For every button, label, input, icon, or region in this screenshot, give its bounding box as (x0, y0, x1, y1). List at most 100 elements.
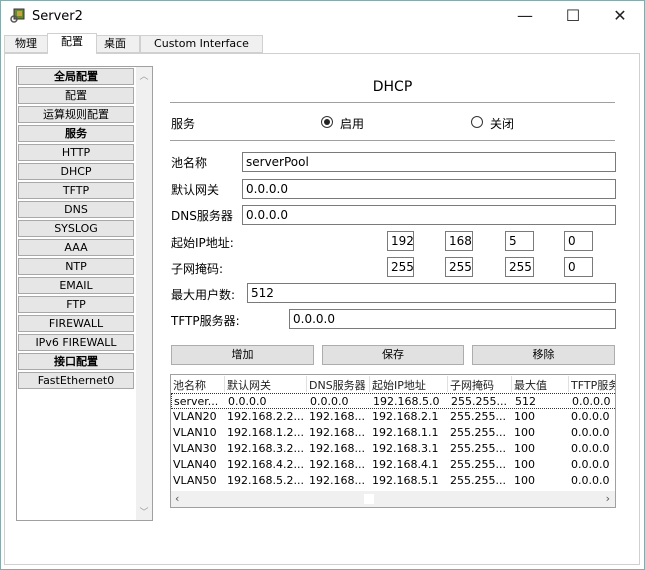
table-cell: 100 (514, 474, 535, 487)
sidebar-item[interactable]: HTTP (18, 144, 134, 161)
table-cell: 0.0.0.0 (571, 426, 610, 439)
remove-button[interactable]: 移除 (472, 345, 615, 365)
service-label: 服务 (171, 117, 196, 131)
table-cell: 255.255... (450, 410, 506, 423)
table-cell: 192.168.2.1 (372, 410, 439, 423)
column-divider[interactable] (447, 376, 448, 392)
chevron-down-icon[interactable]: ﹀ (136, 505, 152, 518)
table-cell: 512 (515, 395, 536, 408)
tab-desktop[interactable]: 桌面 (90, 35, 140, 53)
sidebar-item[interactable]: 全局配置 (18, 68, 134, 85)
chevron-right-icon[interactable]: › (606, 492, 610, 505)
maximize-button[interactable]: ☐ (558, 4, 588, 28)
table-cell: VLAN40 (173, 458, 217, 471)
column-divider[interactable] (306, 376, 307, 392)
pool-table: 池名称默认网关DNS服务器起始IP地址子网掩码最大值TFTP服务器server.… (170, 374, 616, 508)
mask-octet-2[interactable]: 255 (445, 257, 473, 277)
chevron-left-icon[interactable]: ‹ (175, 492, 179, 505)
sidebar-item[interactable]: 配置 (18, 87, 134, 104)
mask-label: 子网掩码: (171, 262, 224, 276)
sidebar-item[interactable]: FTP (18, 296, 134, 313)
column-header[interactable]: TFTP服务器 (571, 377, 615, 393)
radio-on-label: 启用 (340, 117, 365, 131)
max-users-input[interactable]: 512 (247, 283, 616, 303)
table-row[interactable]: VLAN50 192.168.5.2... 192.168... 192.168.5.… (171, 473, 615, 489)
radio-off[interactable] (471, 116, 483, 128)
table-cell: 192.168.3.1 (372, 442, 439, 455)
sidebar-item[interactable]: EMAIL (18, 277, 134, 294)
table-row[interactable]: server... 0.0.0.0 0.0.0.0 192.168.5.0 255.25… (171, 393, 615, 409)
mask-octet-4[interactable]: 0 (564, 257, 593, 277)
table-row[interactable]: VLAN10 192.168.1.2... 192.168... 192.168.1.… (171, 425, 615, 441)
sidebar-item[interactable]: NTP (18, 258, 134, 275)
gateway-input[interactable]: 0.0.0.0 (242, 179, 616, 199)
table-cell: 255.255... (450, 426, 506, 439)
column-header[interactable]: 起始IP地址 (372, 377, 448, 393)
dns-input[interactable]: 0.0.0.0 (242, 205, 616, 225)
start-ip-octet-3[interactable]: 5 (505, 231, 534, 251)
table-cell: 192.168.1.2... (227, 426, 304, 439)
column-header[interactable]: 池名称 (173, 377, 225, 393)
sidebar-item[interactable]: IPv6 FIREWALL (18, 334, 134, 351)
table-cell: 192.168.4.1 (372, 458, 439, 471)
horizontal-scrollbar[interactable]: ‹ › (171, 491, 615, 507)
sidebar-item[interactable]: 运算规则配置 (18, 106, 134, 123)
sidebar-item[interactable]: AAA (18, 239, 134, 256)
column-divider[interactable] (224, 376, 225, 392)
server-icon (10, 8, 26, 24)
table-cell: 192.168.5.2... (227, 474, 304, 487)
pool-name-input[interactable]: serverPool (242, 152, 616, 172)
mask-octet-3[interactable]: 255 (505, 257, 534, 277)
table-cell: 192.168... (309, 442, 365, 455)
tab-config[interactable]: 配置 (47, 33, 97, 54)
table-cell: 0.0.0.0 (571, 410, 610, 423)
table-cell: VLAN50 (173, 474, 217, 487)
save-button[interactable]: 保存 (322, 345, 464, 365)
sidebar-item[interactable]: SYSLOG (18, 220, 134, 237)
column-header[interactable]: DNS服务器 (309, 377, 370, 393)
column-header[interactable]: 默认网关 (227, 377, 307, 393)
table-cell: 192.168.5.0 (373, 395, 440, 408)
column-header[interactable]: 子网掩码 (450, 377, 512, 393)
sidebar-item[interactable]: TFTP (18, 182, 134, 199)
tab-custom-interface[interactable]: Custom Interface (140, 35, 263, 53)
column-divider[interactable] (369, 376, 370, 392)
table-cell: 0.0.0.0 (310, 395, 349, 408)
close-button[interactable]: ✕ (605, 4, 635, 28)
sidebar-item[interactable]: DHCP (18, 163, 134, 180)
start-ip-octet-4[interactable]: 0 (564, 231, 593, 251)
minimize-button[interactable]: — (510, 4, 540, 28)
sidebar-item[interactable]: FastEthernet0 (18, 372, 134, 389)
table-row[interactable]: VLAN40 192.168.4.2... 192.168... 192.168.4.… (171, 457, 615, 473)
table-cell: 192.168.4.2... (227, 458, 304, 471)
start-ip-octet-1[interactable]: 192 (387, 231, 414, 251)
table-row[interactable]: VLAN30 192.168.3.2... 192.168... 192.168.3.… (171, 441, 615, 457)
mask-octet-1[interactable]: 255 (387, 257, 414, 277)
sidebar-item[interactable]: FIREWALL (18, 315, 134, 332)
table-cell: 100 (514, 410, 535, 423)
tftp-label: TFTP服务器: (171, 314, 240, 328)
sidebar-scrollbar[interactable]: ︿ ﹀ (136, 67, 152, 520)
dns-label: DNS服务器 (171, 209, 233, 223)
chevron-up-icon[interactable]: ︿ (136, 69, 152, 82)
table-cell: 192.168.3.2... (227, 442, 304, 455)
column-header[interactable]: 最大值 (514, 377, 570, 393)
table-cell: 192.168.1.1 (372, 426, 439, 439)
table-cell: 0.0.0.0 (571, 474, 610, 487)
column-divider[interactable] (511, 376, 512, 392)
sidebar-item[interactable]: DNS (18, 201, 134, 218)
table-cell: 0.0.0.0 (228, 395, 267, 408)
table-cell: VLAN30 (173, 442, 217, 455)
table-row[interactable]: VLAN20 192.168.2.2... 192.168... 192.168.2.… (171, 409, 615, 425)
column-divider[interactable] (568, 376, 569, 392)
add-button[interactable]: 增加 (171, 345, 314, 365)
sidebar-item[interactable]: 服务 (18, 125, 134, 142)
start-ip-octet-2[interactable]: 168 (445, 231, 473, 251)
radio-off-label: 关闭 (490, 117, 515, 131)
tab-physical[interactable]: 物理 (4, 35, 48, 53)
sidebar-item[interactable]: 接口配置 (18, 353, 134, 370)
table-cell: 100 (514, 458, 535, 471)
radio-on[interactable] (321, 116, 333, 128)
tftp-input[interactable]: 0.0.0.0 (289, 309, 616, 329)
scroll-thumb[interactable] (364, 494, 374, 504)
